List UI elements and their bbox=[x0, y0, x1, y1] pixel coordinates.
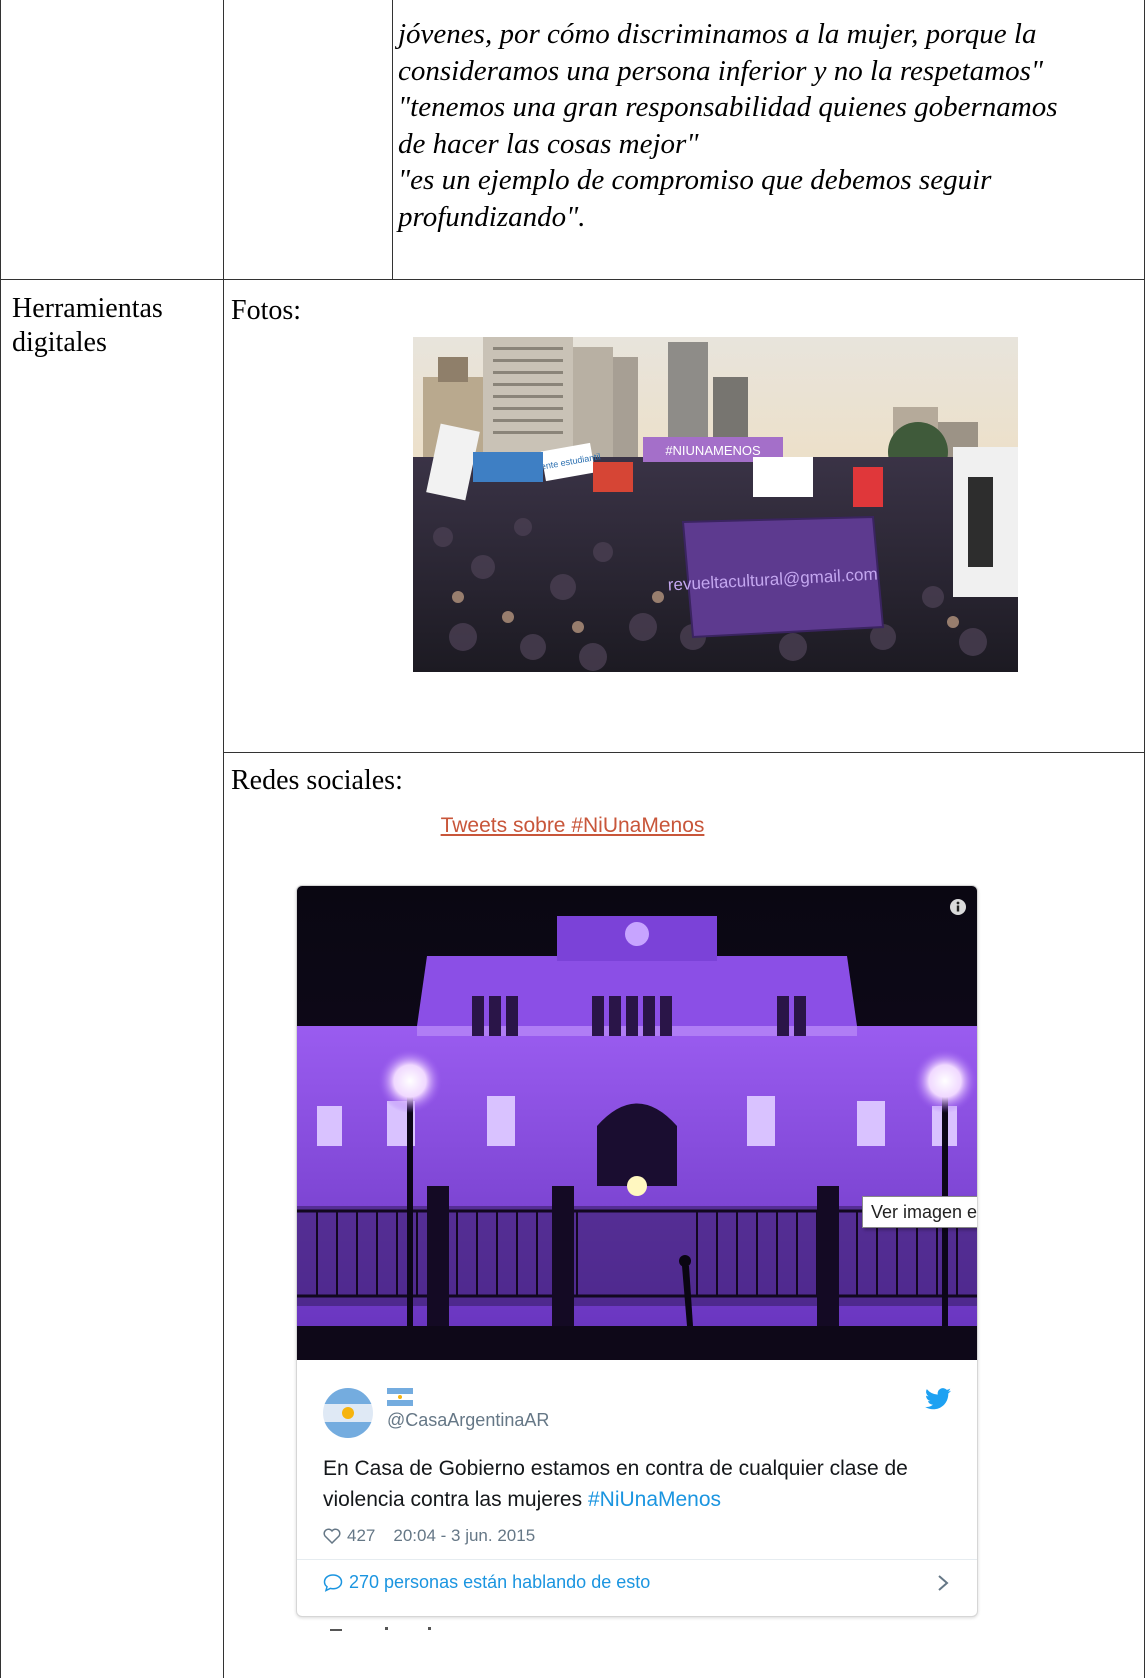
protest-crowd-photo: #NIUNAMENOS frente estudiantil revueltac… bbox=[413, 337, 1018, 672]
row-label: Herramientas digitales bbox=[12, 292, 163, 360]
tweet-card[interactable]: Ver imagen en @CasaArgentinaAR En Casa d… bbox=[296, 885, 978, 1617]
quote-text: jóvenes, por cómo discriminamos a la muj… bbox=[398, 16, 1133, 235]
quote-line: profundizando". bbox=[398, 200, 586, 233]
quote-line: de hacer las cosas mejor" bbox=[398, 127, 699, 160]
conversation-text: 270 personas están hablando de esto bbox=[349, 1572, 651, 1592]
tweet-handle[interactable]: @CasaArgentinaAR bbox=[387, 1410, 549, 1431]
table-row-divider-2 bbox=[223, 752, 1145, 753]
protest-crowd-image: #NIUNAMENOS frente estudiantil revueltac… bbox=[413, 337, 1018, 672]
card-divider bbox=[297, 1559, 977, 1560]
table-column-divider-2 bbox=[392, 0, 393, 280]
photos-label: Fotos: bbox=[231, 295, 302, 326]
quote-line: consideramos una persona inferior y no l… bbox=[398, 54, 1044, 87]
argentina-flag-icon bbox=[387, 1388, 413, 1406]
heart-icon[interactable] bbox=[323, 1528, 341, 1544]
chevron-right-icon[interactable] bbox=[937, 1574, 949, 1592]
info-icon[interactable] bbox=[949, 898, 967, 916]
table-column-divider-1 bbox=[223, 0, 224, 1678]
speech-bubble-icon bbox=[323, 1573, 343, 1592]
quote-line: jóvenes, por cómo discriminamos a la muj… bbox=[398, 18, 1037, 50]
tweets-link[interactable]: Tweets sobre #NiUnaMenos bbox=[0, 814, 1145, 838]
table-border-left bbox=[0, 0, 1, 1678]
quote-line: "es un ejemplo de compromiso que debemos… bbox=[398, 164, 992, 196]
partial-text-fragment bbox=[330, 1627, 431, 1631]
table-row-divider-1 bbox=[0, 279, 1145, 280]
banner-hashtag: #NIUNAMENOS bbox=[665, 443, 761, 458]
quote-line: "tenemos una gran responsabilidad quiene… bbox=[398, 91, 1058, 123]
tweet-text: En Casa de Gobierno estamos en contra de… bbox=[323, 1453, 953, 1515]
social-label: Redes sociales: bbox=[231, 765, 403, 796]
casa-rosada-photo[interactable] bbox=[297, 886, 977, 1360]
tweet-meta: 427 20:04 - 3 jun. 2015 bbox=[323, 1526, 535, 1546]
view-image-tooltip: Ver imagen en bbox=[862, 1196, 977, 1228]
conversation-link[interactable]: 270 personas están hablando de esto bbox=[323, 1572, 650, 1593]
row-label-line: Herramientas bbox=[12, 293, 163, 324]
row-label-line: digitales bbox=[12, 327, 107, 358]
tweet-timestamp[interactable]: 20:04 - 3 jun. 2015 bbox=[393, 1526, 535, 1546]
avatar[interactable] bbox=[323, 1388, 373, 1438]
twitter-bird-icon[interactable] bbox=[925, 1388, 951, 1410]
like-count: 427 bbox=[347, 1526, 376, 1545]
avatar-flag-image bbox=[323, 1388, 373, 1438]
tweet-hashtag[interactable]: #NiUnaMenos bbox=[588, 1488, 721, 1511]
